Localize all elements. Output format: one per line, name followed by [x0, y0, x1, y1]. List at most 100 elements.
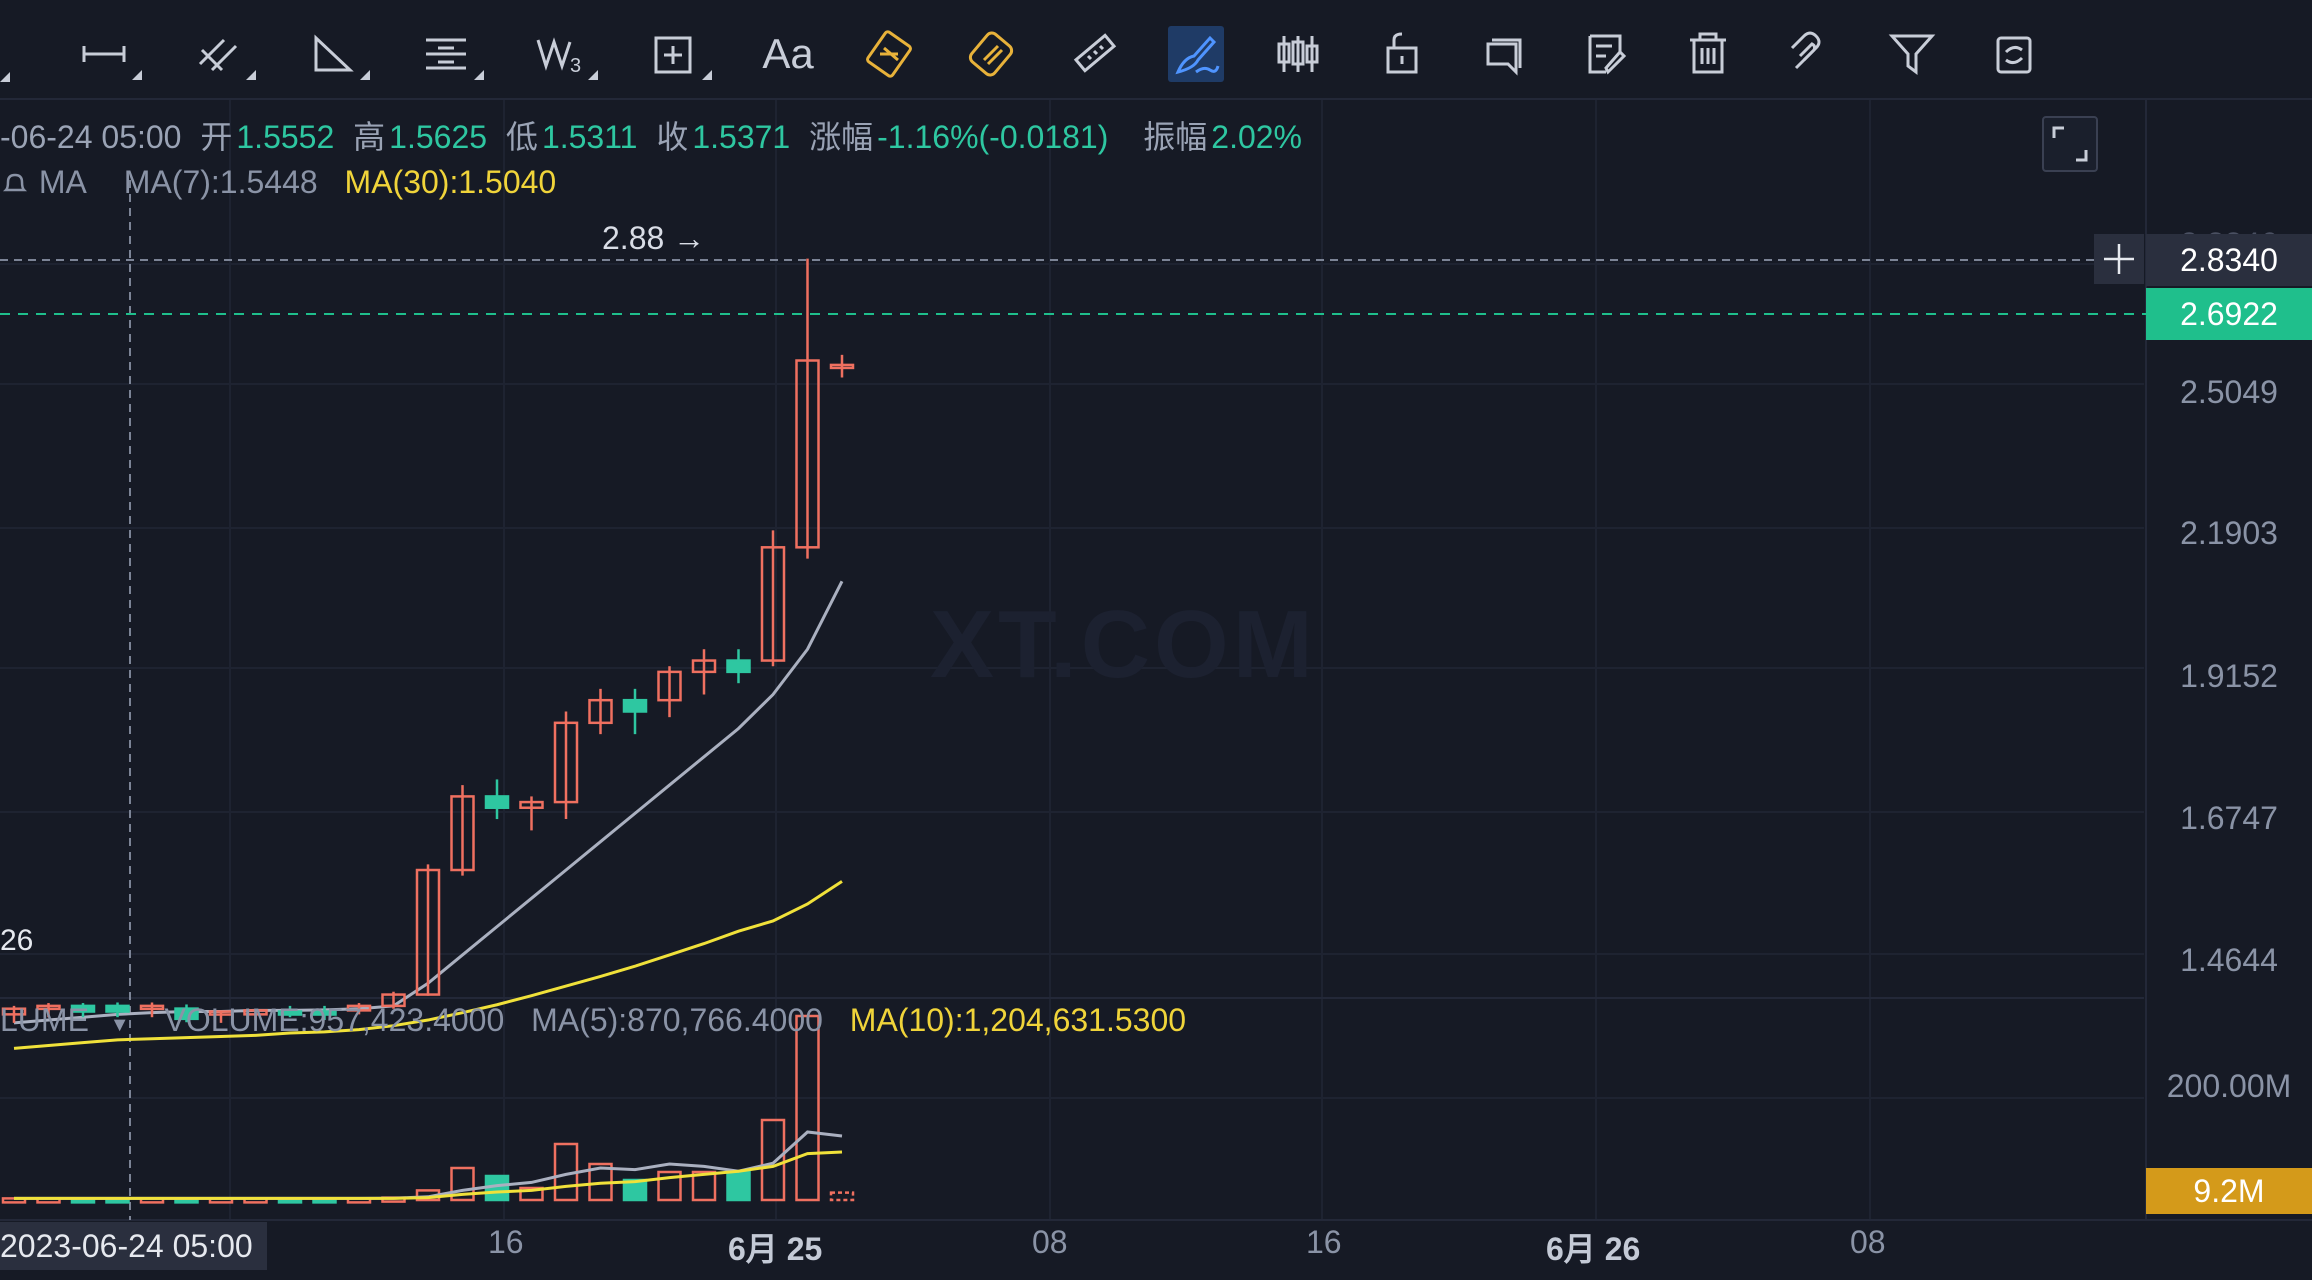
elliott-wave-tool-button[interactable]: 3 [532, 26, 598, 82]
fib-levels-tool-button[interactable] [418, 26, 484, 82]
ma30-value: MA(30):1.5040 [344, 164, 557, 200]
edit-note-tool-button[interactable] [1578, 26, 1634, 82]
lock-icon [1386, 32, 1418, 74]
date-range-tool-button[interactable] [964, 26, 1020, 82]
submenu-indicator [0, 72, 10, 82]
volume-bar [829, 1191, 855, 1202]
high-price-marker: 2.88 → [602, 220, 706, 256]
magnet-icon [1790, 31, 1821, 70]
low-label: 低 [505, 119, 538, 155]
price-range-icon [866, 30, 912, 78]
price-range-tool-button[interactable] [862, 26, 918, 82]
last-price-tag: 2.6922 [2146, 288, 2312, 340]
filter-icon [1888, 34, 1936, 75]
svg-text:3: 3 [570, 55, 581, 77]
submenu-indicator [132, 70, 142, 80]
sync-tool-button[interactable] [1986, 26, 2042, 82]
volume-bar [760, 1118, 786, 1202]
high-value: 1.5625 [389, 119, 488, 155]
time-axis-label: 16 [488, 1224, 524, 1260]
submenu-indicator [702, 70, 712, 80]
trash-icon [1690, 32, 1726, 74]
low-value: 1.5311 [541, 119, 638, 155]
filter-tool-button[interactable] [1884, 26, 1940, 82]
horizontal-ray-tool-button[interactable] [76, 26, 142, 82]
candle-type-tool-button[interactable] [1272, 26, 1328, 82]
brush-tool-button[interactable] [1168, 26, 1224, 82]
layers-tool-button[interactable] [1476, 26, 1532, 82]
price-axis-label: 2.1903 [2180, 515, 2278, 551]
ruler-tool-button[interactable] [1066, 26, 1122, 82]
ruler-icon [1073, 33, 1117, 73]
sync-icon [1996, 36, 2032, 74]
time-axis-label: 08 [1032, 1224, 1068, 1260]
magnet-tool-button[interactable] [1782, 26, 1838, 82]
drawing-toolbar: 3 Aa [0, 0, 2312, 100]
volume-info: LUME ▼ VOLUME:957,423.4000 MA(5):870,766… [0, 1002, 1196, 1039]
change-label: 涨幅 [809, 119, 874, 155]
change-value: -1.16%(-0.0181) [877, 119, 1109, 155]
watermark: XT.COM [930, 591, 1317, 698]
time-axis-label: 08 [1850, 1224, 1886, 1260]
volume-ma10-value: MA(10):1,204,631.5300 [849, 1002, 1187, 1038]
plus-icon [2104, 244, 2134, 274]
amplitude-value: 2.02% [1211, 119, 1302, 155]
close-label: 收 [656, 119, 689, 155]
volume-ma5-line [14, 1130, 843, 1200]
price-axis-label: 1.6747 [2180, 800, 2278, 836]
submenu-indicator [588, 70, 598, 80]
volume-ma5-value: MA(5):870,766.4000 [531, 1002, 823, 1038]
lock-tool-button[interactable] [1374, 26, 1430, 82]
fib-levels-icon [426, 38, 466, 70]
volume-bar [726, 1170, 751, 1202]
ohlc-info: -06-24 05:00 开 1.5552 高 1.5625 低 1.5311 收 1.… [0, 112, 1312, 158]
crosshair-price-tag: 2.8340 [2146, 234, 2312, 286]
text-tool-tool-button[interactable]: Aa [760, 26, 816, 82]
add-alert-button[interactable] [2094, 234, 2144, 284]
open-value: 1.5552 [236, 119, 335, 155]
fullscreen-button[interactable] [2042, 116, 2098, 172]
layers-icon [1486, 38, 1522, 76]
ohlc-datetime: -06-24 05:00 [0, 119, 182, 155]
time-axis-label: 6月 26 [1546, 1231, 1641, 1267]
trash-tool-button[interactable] [1680, 26, 1736, 82]
volume-dropdown-icon[interactable]: ▼ [110, 1014, 130, 1036]
angle-icon [314, 34, 354, 72]
price-axis-label: 1.4644 [2180, 942, 2278, 978]
candle-body [726, 659, 751, 674]
time-axis-label: 16 [1306, 1224, 1342, 1260]
ma-indicator-name[interactable]: MA [39, 164, 87, 200]
volume-indicator-name[interactable]: LUME [0, 1002, 89, 1038]
parallel-channel-tool-button[interactable] [190, 26, 256, 82]
volume-value: VOLUME:957,423.4000 [164, 1002, 505, 1038]
price-axis-label: 2.5049 [2180, 374, 2278, 410]
bell-icon[interactable] [0, 164, 39, 200]
time-axis-label: 6月 25 [728, 1231, 823, 1267]
volume-current-tag: 9.2M [2146, 1168, 2312, 1214]
elliott-wave-icon: 3 [536, 37, 581, 77]
edit-note-icon [1588, 34, 1627, 75]
angle-tool-button[interactable] [304, 26, 370, 82]
high-label: 高 [353, 119, 386, 155]
close-value: 1.5371 [692, 119, 791, 155]
volume-bar [795, 1014, 820, 1202]
time-cursor-label: 2023-06-24 05:00 [0, 1222, 267, 1270]
submenu-indicator [360, 70, 370, 80]
price-axis-label: 1.9152 [2180, 658, 2278, 694]
candle-type-icon [1277, 36, 1319, 72]
candle-body [484, 795, 510, 809]
open-label: 开 [200, 119, 233, 155]
candle-body [622, 698, 648, 713]
parallel-channel-icon [198, 38, 238, 72]
text-tool-icon: Aa [762, 30, 814, 77]
amplitude-label: 振幅 [1143, 119, 1208, 155]
measure-box-tool-button[interactable] [646, 26, 712, 82]
ma-info: MA MA(7):1.5448 MA(30):1.5040 [0, 164, 566, 201]
date-range-icon [968, 31, 1014, 77]
measure-box-icon [654, 36, 692, 74]
submenu-indicator [474, 70, 484, 80]
submenu-indicator [246, 70, 256, 80]
brush-icon [1175, 35, 1220, 75]
ma7-value: MA(7):1.5448 [123, 164, 318, 200]
volume-axis-label: 200.00M [2166, 1068, 2292, 1104]
